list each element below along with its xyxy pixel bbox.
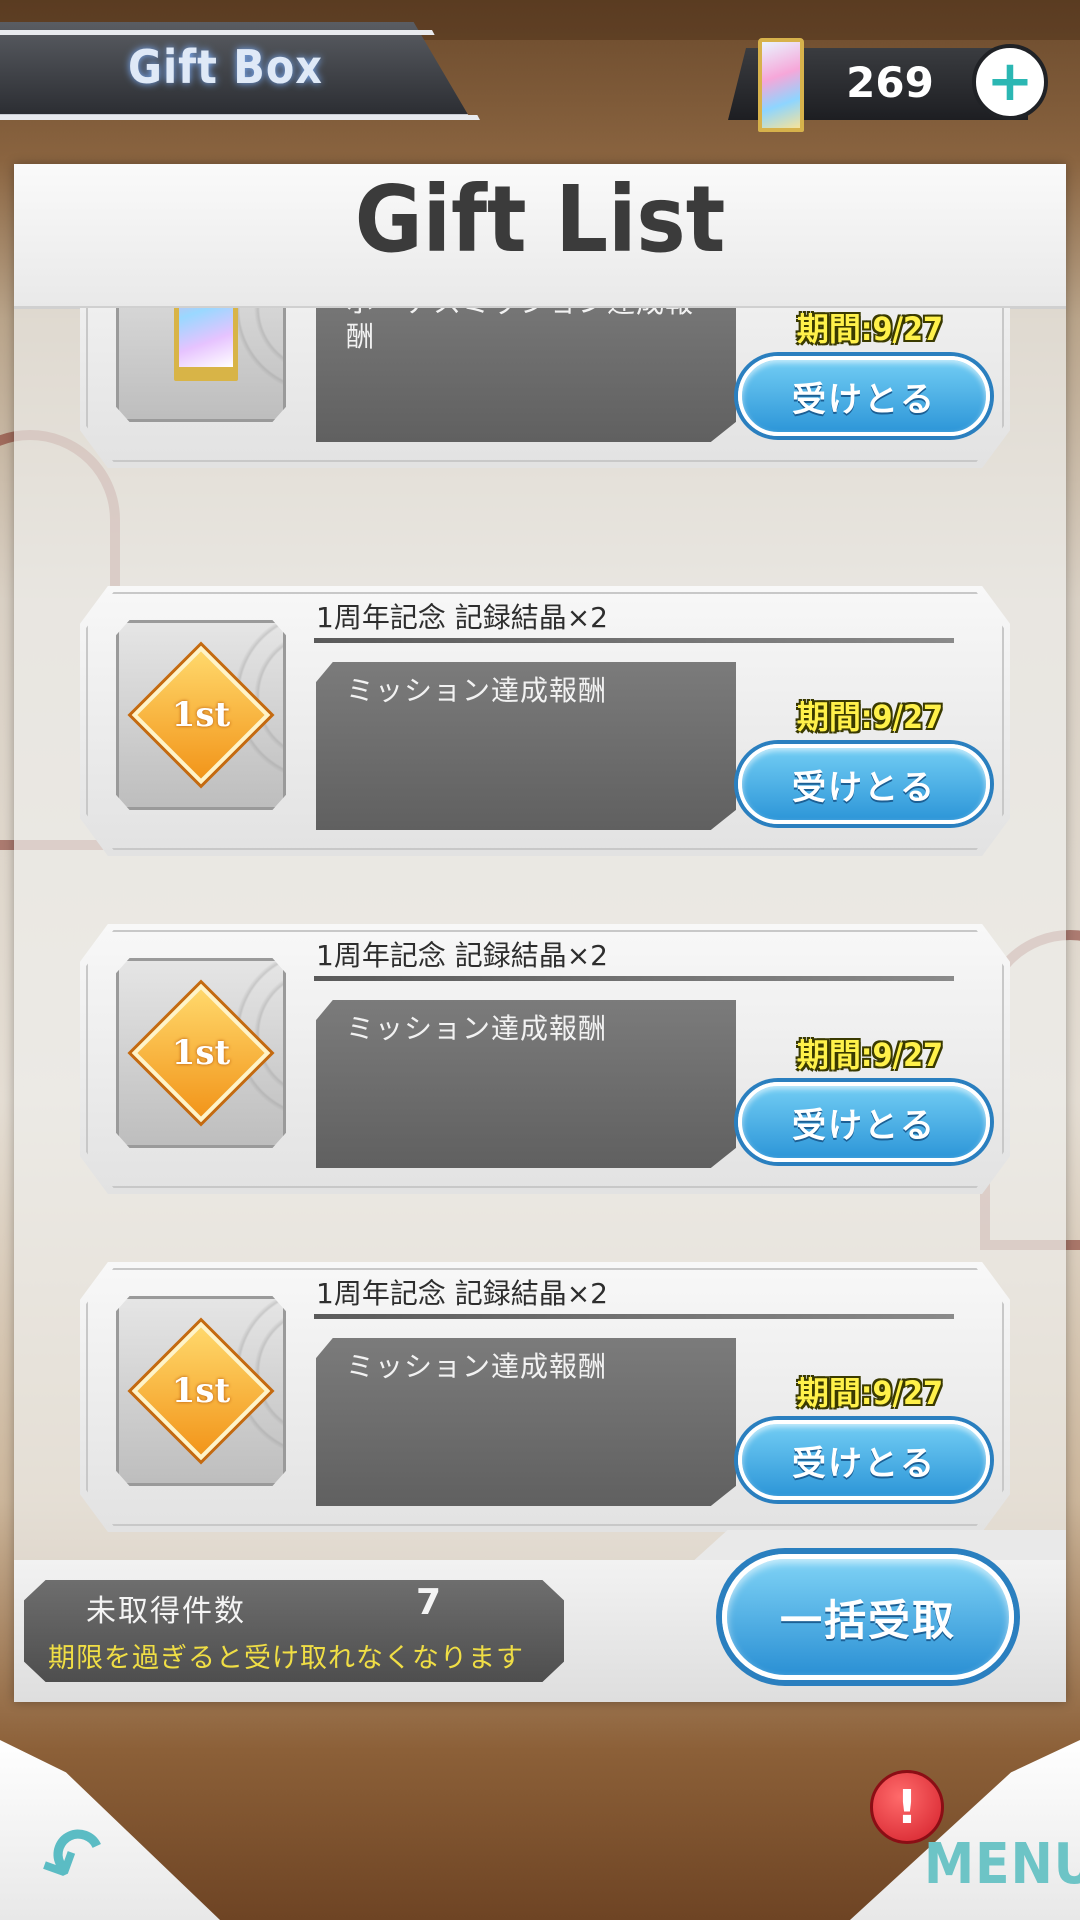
- gift-card: 1st 1周年記念 記録結晶×2 ミッション達成報酬 期間:9/27 23:24…: [80, 1262, 1010, 1532]
- description-box: ボーナスミッション達成報酬: [316, 308, 736, 442]
- crystal-icon: [174, 308, 238, 381]
- item-frame: 1st: [116, 620, 286, 810]
- receive-button[interactable]: 受けとる: [738, 356, 990, 436]
- receive-button[interactable]: 受けとる: [738, 1420, 990, 1500]
- alert-icon: !: [870, 1770, 944, 1844]
- page-title: Gift Box: [128, 40, 323, 94]
- description-box: ミッション達成報酬: [316, 1000, 736, 1168]
- description-box: ミッション達成報酬: [316, 1338, 736, 1506]
- description-box: ミッション達成報酬: [316, 662, 736, 830]
- gift-description: ミッション達成報酬: [346, 1012, 608, 1045]
- gift-description: ミッション達成報酬: [346, 1350, 608, 1383]
- gift-description: ボーナスミッション達成報酬: [346, 308, 693, 353]
- unclaimed-label: 未取得件数: [86, 1594, 246, 1629]
- badge-text: 1st: [171, 695, 231, 735]
- panel-title: Gift List: [354, 166, 726, 273]
- unclaimed-summary: 未取得件数 7 期限を過ぎると受け取れなくなります: [24, 1580, 564, 1682]
- divider: [314, 976, 954, 981]
- claim-all-button[interactable]: 一括受取: [722, 1554, 1014, 1680]
- gift-card: 1st 1周年記念 記録結晶×2 ミッション達成報酬 期間:9/27 23:24…: [80, 586, 1010, 856]
- gift-list[interactable]: ボーナスミッション達成報酬 期間:9/27 23:27 受けとる 1st 1周年…: [14, 308, 1066, 1560]
- crystal-icon: [758, 38, 804, 132]
- add-currency-button[interactable]: +: [972, 44, 1048, 120]
- gift-card: 1st 1周年記念 記録結晶×2 ミッション達成報酬 期間:9/27 23:24…: [80, 924, 1010, 1194]
- plus-icon: +: [986, 49, 1034, 114]
- gift-name: 1周年記念 記録結晶×2: [316, 939, 608, 972]
- receive-button[interactable]: 受けとる: [738, 1082, 990, 1162]
- badge-text: 1st: [171, 1033, 231, 1073]
- gift-description: ミッション達成報酬: [346, 674, 608, 707]
- divider: [314, 638, 954, 643]
- gift-name: 1周年記念 記録結晶×2: [316, 1277, 608, 1310]
- unclaimed-count: 7: [416, 1582, 442, 1623]
- currency-value: 269: [846, 58, 934, 107]
- menu-label[interactable]: MENU: [924, 1832, 1080, 1897]
- receive-button[interactable]: 受けとる: [738, 744, 990, 824]
- expiry-warning: 期限を過ぎると受け取れなくなります: [48, 1643, 524, 1674]
- item-frame: [116, 308, 286, 422]
- badge-text: 1st: [171, 1371, 231, 1411]
- item-frame: 1st: [116, 1296, 286, 1486]
- divider: [314, 1314, 954, 1319]
- gift-name: 1周年記念 記録結晶×2: [316, 601, 608, 634]
- item-frame: 1st: [116, 958, 286, 1148]
- gift-card: ボーナスミッション達成報酬 期間:9/27 23:27 受けとる: [80, 308, 1010, 468]
